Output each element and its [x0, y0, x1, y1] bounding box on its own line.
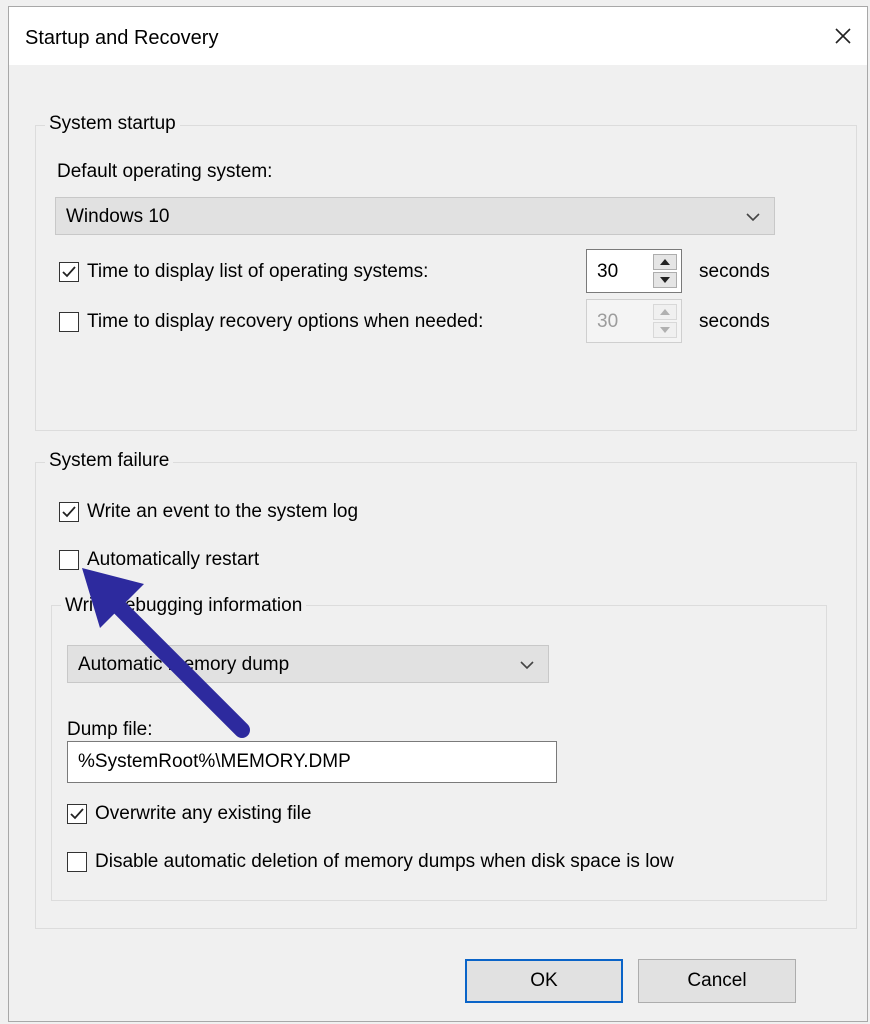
auto-restart-checkbox-row[interactable]: Automatically restart [59, 549, 259, 571]
ok-button[interactable]: OK [465, 959, 623, 1003]
check-icon [62, 266, 76, 278]
spin-down-icon [660, 277, 670, 283]
display-recovery-checkbox-row[interactable]: Time to display recovery options when ne… [59, 311, 483, 333]
spin-up-button[interactable] [653, 254, 677, 270]
dump-type-value: Automatic memory dump [78, 654, 290, 675]
default-os-value: Windows 10 [66, 206, 170, 227]
system-failure-legend: System failure [45, 450, 174, 472]
auto-restart-label: Automatically restart [87, 549, 260, 570]
spin-down-button[interactable] [653, 272, 677, 288]
display-list-spinbox[interactable]: 30 [586, 249, 682, 293]
spin-up-icon [660, 309, 670, 315]
display-list-unit: seconds [699, 261, 770, 282]
display-list-checkbox[interactable] [59, 262, 79, 282]
overwrite-checkbox[interactable] [67, 804, 87, 824]
default-os-label: Default operating system: [57, 161, 273, 182]
close-button[interactable] [819, 7, 867, 65]
display-recovery-unit: seconds [699, 311, 770, 332]
debug-info-legend: Write debugging information [61, 595, 307, 617]
disable-deletion-checkbox[interactable] [67, 852, 87, 872]
chevron-down-icon [746, 213, 760, 222]
write-event-checkbox[interactable] [59, 502, 79, 522]
write-event-label: Write an event to the system log [87, 501, 359, 522]
check-icon [70, 808, 84, 820]
disable-deletion-label: Disable automatic deletion of memory dum… [95, 851, 674, 872]
dump-type-select[interactable]: Automatic memory dump [67, 645, 549, 683]
display-recovery-spinbox: 30 [586, 299, 682, 343]
display-list-label: Time to display list of operating system… [87, 261, 429, 282]
overwrite-label: Overwrite any existing file [95, 803, 312, 824]
chevron-down-icon [520, 661, 534, 670]
dump-file-label: Dump file: [67, 719, 153, 740]
display-list-checkbox-row[interactable]: Time to display list of operating system… [59, 261, 428, 283]
startup-recovery-dialog: Startup and Recovery System startup Defa… [8, 6, 868, 1022]
display-recovery-value: 30 [597, 311, 619, 332]
spin-down-button-disabled [653, 322, 677, 338]
display-recovery-checkbox[interactable] [59, 312, 79, 332]
close-icon [835, 28, 851, 44]
disable-deletion-checkbox-row[interactable]: Disable automatic deletion of memory dum… [67, 851, 674, 873]
spin-down-icon [660, 327, 670, 333]
dump-file-input[interactable]: %SystemRoot%\MEMORY.DMP [67, 741, 557, 783]
write-event-checkbox-row[interactable]: Write an event to the system log [59, 501, 358, 523]
check-icon [62, 506, 76, 518]
overwrite-checkbox-row[interactable]: Overwrite any existing file [67, 803, 311, 825]
default-os-select[interactable]: Windows 10 [55, 197, 775, 235]
display-recovery-label: Time to display recovery options when ne… [87, 311, 484, 332]
title-bar: Startup and Recovery [9, 7, 867, 65]
cancel-button[interactable]: Cancel [638, 959, 796, 1003]
auto-restart-checkbox[interactable] [59, 550, 79, 570]
system-startup-legend: System startup [45, 113, 180, 135]
spin-up-icon [660, 259, 670, 265]
spin-up-button-disabled [653, 304, 677, 320]
display-list-value: 30 [597, 261, 619, 282]
window-title: Startup and Recovery [25, 27, 219, 49]
